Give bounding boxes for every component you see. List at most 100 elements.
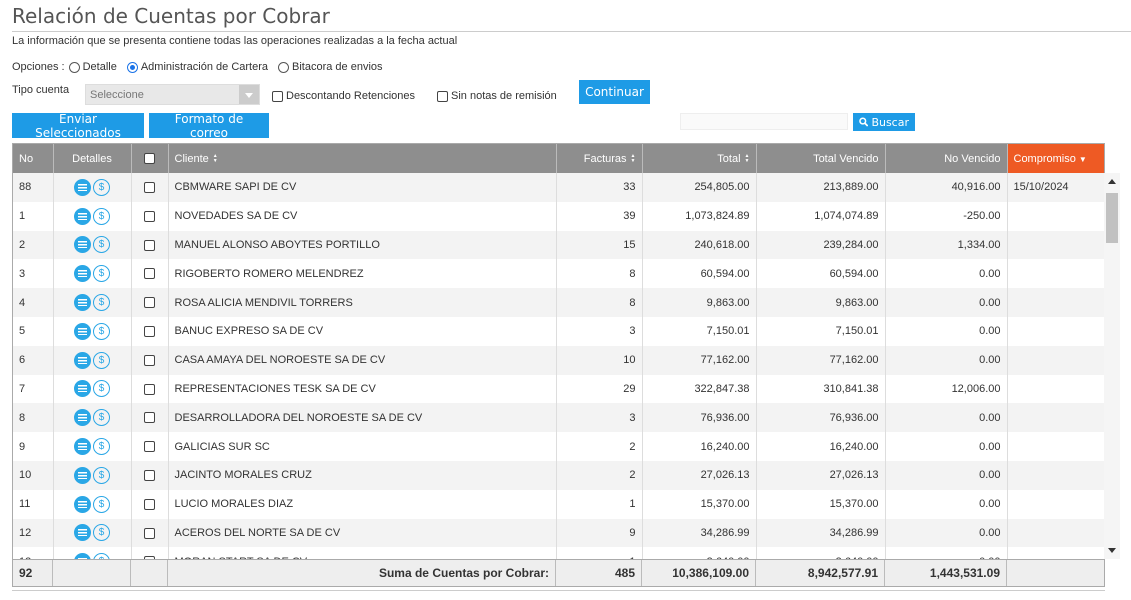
list-details-icon[interactable] (74, 322, 91, 340)
dollar-icon[interactable]: $ (93, 294, 110, 312)
cell-total: 76,936.00 (642, 403, 757, 433)
cell-cliente: CBMWARE SAPI DE CV (168, 173, 557, 202)
enviar-seleccionados-button[interactable]: Enviar Seleccionados (12, 112, 144, 140)
cell-no: 1 (13, 201, 54, 231)
cell-facturas: 9 (556, 518, 643, 548)
dollar-icon[interactable]: $ (93, 351, 110, 369)
cell-detalles: $ (53, 403, 132, 433)
dollar-icon[interactable]: $ (93, 322, 110, 340)
list-details-icon[interactable] (74, 236, 91, 254)
dollar-icon[interactable]: $ (93, 466, 110, 484)
sin-notas-option[interactable]: Sin notas de remisión (437, 90, 557, 102)
row-checkbox[interactable] (144, 354, 155, 366)
continuar-button[interactable]: Continuar (579, 80, 650, 104)
dollar-icon[interactable]: $ (93, 265, 110, 283)
row-checkbox[interactable] (144, 181, 155, 193)
row-checkbox[interactable] (144, 441, 155, 453)
cell-detalles: $ (53, 374, 132, 404)
cell-total-vencido: 213,889.00 (756, 173, 886, 202)
list-details-icon[interactable] (74, 466, 91, 484)
cell-cliente: GALICIAS SUR SC (168, 432, 557, 461)
search-input[interactable] (680, 113, 848, 130)
radio-administracion[interactable] (126, 61, 138, 73)
sort-icon[interactable] (213, 154, 218, 164)
dollar-icon[interactable]: $ (93, 495, 110, 513)
dollar-icon[interactable]: $ (93, 178, 110, 196)
row-checkbox[interactable] (144, 412, 155, 424)
list-details-icon[interactable] (74, 178, 91, 196)
select-all-checkbox[interactable] (144, 153, 155, 165)
col-cliente[interactable]: Cliente (168, 144, 557, 173)
col-compromiso[interactable]: Compromiso ▼ (1007, 144, 1104, 173)
row-checkbox[interactable] (144, 325, 155, 337)
table-row[interactable]: 8 $ DESARROLLADORA DEL NOROESTE SA DE CV 3 7… (13, 403, 1104, 433)
col-total[interactable]: Total (642, 144, 757, 173)
buscar-button[interactable]: Buscar (853, 113, 915, 131)
sort-icon[interactable] (631, 154, 636, 164)
cell-facturas: 2 (556, 460, 643, 490)
cell-compromiso (1007, 403, 1104, 433)
table-row[interactable]: 4 $ ROSA ALICIA MENDIVIL TORRERS 8 9,863.00 9… (13, 288, 1104, 317)
dollar-icon[interactable]: $ (93, 409, 110, 427)
table-row[interactable]: 7 $ REPRESENTACIONES TESK SA DE CV 29 322,84… (13, 374, 1104, 404)
descontando-checkbox[interactable] (272, 90, 283, 102)
option-bitacora[interactable]: Bitacora de envios (274, 61, 383, 73)
row-checkbox[interactable] (144, 210, 155, 222)
chevron-down-icon[interactable] (239, 85, 259, 104)
list-details-icon[interactable] (74, 265, 91, 283)
sin-notas-checkbox[interactable] (437, 90, 448, 102)
table-row[interactable]: 3 $ RIGOBERTO ROMERO MELENDREZ 8 60,594.00 60… (13, 259, 1104, 289)
formato-correo-button[interactable]: Formato de correo (149, 112, 269, 140)
row-checkbox[interactable] (144, 527, 155, 539)
list-details-icon[interactable] (74, 351, 91, 369)
tipo-cuenta-select[interactable]: Seleccione (85, 84, 260, 105)
table-row[interactable]: 12 $ ACEROS DEL NORTE SA DE CV 9 34,286.99 34… (13, 518, 1104, 548)
cell-total-vencido: 77,162.00 (756, 345, 886, 375)
col-facturas[interactable]: Facturas (556, 144, 643, 173)
dollar-icon[interactable]: $ (93, 438, 110, 456)
cell-no: 8 (13, 403, 54, 433)
cell-no-vencido: 0.00 (885, 345, 1008, 375)
table-row[interactable]: 1 $ NOVEDADES SA DE CV 39 1,073,824.89 1,074,… (13, 201, 1104, 231)
cell-facturas: 1 (556, 489, 643, 519)
table-scrollbar[interactable] (1104, 173, 1120, 559)
sort-icon[interactable] (745, 154, 750, 164)
cell-compromiso (1007, 489, 1104, 519)
list-details-icon[interactable] (74, 524, 91, 542)
table-row[interactable]: 88 $ CBMWARE SAPI DE CV 33 254,805.00 213,889… (13, 173, 1104, 202)
cell-compromiso (1007, 518, 1104, 548)
list-details-icon[interactable] (74, 207, 91, 225)
row-checkbox[interactable] (144, 469, 155, 481)
option-detalle[interactable]: Detalle (65, 61, 117, 73)
radio-detalle[interactable] (68, 61, 80, 73)
row-checkbox[interactable] (144, 297, 155, 309)
cell-detalles: $ (53, 230, 132, 260)
list-details-icon[interactable] (74, 380, 91, 398)
cell-no: 10 (13, 460, 54, 490)
scroll-thumb[interactable] (1106, 193, 1118, 243)
scroll-up-icon[interactable] (1108, 179, 1116, 184)
table-row[interactable]: 6 $ CASA AMAYA DEL NOROESTE SA DE CV 10 77,1… (13, 345, 1104, 375)
descontando-retenciones-option[interactable]: Descontando Retenciones (272, 90, 415, 102)
scroll-down-icon[interactable] (1108, 548, 1116, 553)
row-checkbox[interactable] (144, 498, 155, 510)
row-checkbox[interactable] (144, 383, 155, 395)
table-row[interactable]: 9 $ GALICIAS SUR SC 2 16,240.00 16,240.00 0.00 (13, 432, 1104, 461)
row-checkbox[interactable] (144, 268, 155, 280)
table-row[interactable]: 2 $ MANUEL ALONSO ABOYTES PORTILLO 15 240,61… (13, 230, 1104, 260)
table-row[interactable]: 11 $ LUCIO MORALES DIAZ 1 15,370.00 15,370.00… (13, 489, 1104, 519)
list-details-icon[interactable] (74, 409, 91, 427)
footer-label: Suma de Cuentas por Cobrar: (168, 560, 556, 586)
list-details-icon[interactable] (74, 438, 91, 456)
dollar-icon[interactable]: $ (93, 524, 110, 542)
row-checkbox[interactable] (144, 239, 155, 251)
table-row[interactable]: 10 $ JACINTO MORALES CRUZ 2 27,026.13 27,026.… (13, 460, 1104, 490)
dollar-icon[interactable]: $ (93, 207, 110, 225)
dollar-icon[interactable]: $ (93, 380, 110, 398)
table-row[interactable]: 5 $ BANUC EXPRESO SA DE CV 3 7,150.01 7,150.0… (13, 316, 1104, 346)
list-details-icon[interactable] (74, 294, 91, 312)
radio-bitacora[interactable] (278, 61, 290, 73)
option-administracion[interactable]: Administración de Cartera (123, 61, 268, 73)
list-details-icon[interactable] (74, 495, 91, 513)
dollar-icon[interactable]: $ (93, 236, 110, 254)
